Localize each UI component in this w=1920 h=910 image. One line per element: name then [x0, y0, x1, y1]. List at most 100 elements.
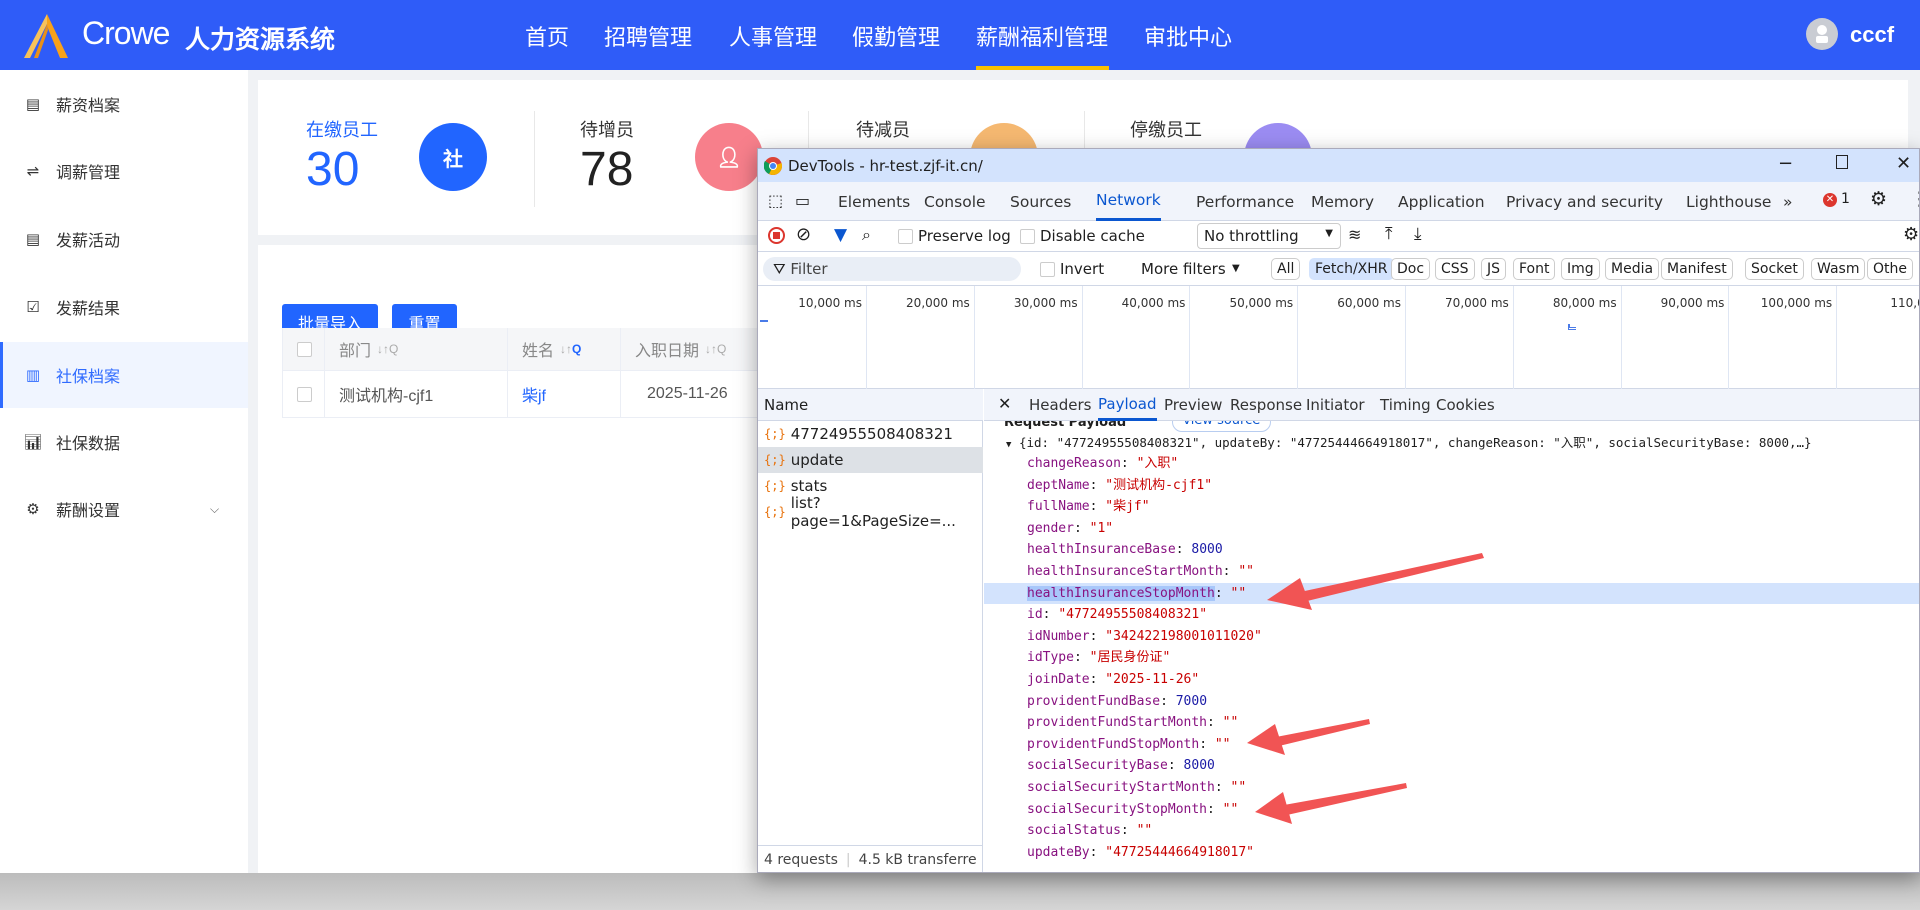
payload-field[interactable]: idNumber: "342422198001011020"	[984, 626, 1919, 648]
sidebar-item-social-archive[interactable]: ▥ 社保档案	[0, 342, 248, 408]
row-checkbox[interactable]	[297, 386, 312, 402]
payload-field[interactable]: updateBy: "47725444664918017"	[984, 842, 1919, 864]
import-har-icon[interactable]: ⤒	[1385, 224, 1393, 244]
error-count[interactable]: 1	[1841, 191, 1850, 207]
filter-type-fetchxhr[interactable]: Fetch/XHR	[1309, 258, 1394, 280]
tab-privacy-security[interactable]: Privacy and security	[1506, 182, 1663, 221]
payload-field[interactable]: changeReason: "入职"	[984, 453, 1919, 475]
payload-field[interactable]: socialSecurityStartMonth: ""	[984, 777, 1919, 799]
payload-field[interactable]: idType: "居民身份证"	[984, 647, 1919, 669]
payload-field[interactable]: providentFundStartMonth: ""	[984, 712, 1919, 734]
cell-name-link[interactable]: 柴jf	[508, 371, 621, 418]
sort-filter-icon[interactable]: ↓↑Q	[377, 342, 398, 356]
sidebar-item-salary-archive[interactable]: ▤ 薪资档案	[0, 71, 248, 137]
error-icon[interactable]: ✕	[1823, 193, 1837, 207]
select-all-checkbox[interactable]	[297, 341, 312, 357]
detail-tab-response[interactable]: Response	[1230, 389, 1302, 421]
network-settings-icon[interactable]: ⚙	[1903, 224, 1919, 245]
maximize-icon[interactable]	[1836, 155, 1848, 169]
network-timeline-overview[interactable]: 10,000 ms 20,000 ms 30,000 ms 40,000 ms 50,0…	[758, 286, 1919, 389]
tab-network[interactable]: Network	[1096, 182, 1161, 221]
column-header-join-date[interactable]: 入职日期 ↓↑Q	[621, 328, 761, 371]
nav-personnel[interactable]: 人事管理	[729, 20, 817, 52]
payload-field[interactable]: socialSecurityStopMonth: ""	[984, 799, 1919, 821]
nav-approval[interactable]: 审批中心	[1144, 20, 1232, 52]
filter-type-all[interactable]: All	[1271, 258, 1301, 280]
payload-field[interactable]: gender: "1"	[984, 518, 1919, 540]
detail-tab-timing[interactable]: Timing	[1380, 389, 1431, 421]
throttling-select[interactable]: No throttling ▼	[1197, 223, 1341, 249]
detail-tab-initiator[interactable]: Initiator	[1306, 389, 1365, 421]
more-filters-dropdown[interactable]: More filters	[1141, 260, 1226, 278]
detail-tab-payload[interactable]: Payload	[1098, 389, 1157, 421]
sidebar-item-social-data[interactable]: 📊︎ 社保数据	[0, 409, 248, 475]
payload-field[interactable]: healthInsuranceBase: 8000	[984, 539, 1919, 561]
filter-type-font[interactable]: Font	[1513, 258, 1556, 280]
tab-memory[interactable]: Memory	[1311, 182, 1374, 221]
name-column-header[interactable]: Name	[758, 389, 983, 421]
filter-type-socket[interactable]: Socket	[1745, 258, 1804, 280]
sidebar-item-salary-adjust[interactable]: ⇌ 调薪管理	[0, 138, 248, 204]
device-toolbar-icon[interactable]: ▭	[795, 191, 810, 210]
minimize-icon[interactable]: −	[1778, 153, 1793, 174]
tab-console[interactable]: Console	[924, 182, 986, 221]
username[interactable]: cccf	[1850, 22, 1894, 48]
filter-type-js[interactable]: JS	[1481, 258, 1507, 280]
column-header-name[interactable]: 姓名 ↓↑Q	[508, 328, 621, 371]
payload-field[interactable]: fullName: "柴jf"	[984, 496, 1919, 518]
nav-home[interactable]: 首页	[525, 20, 569, 52]
payload-field[interactable]: id: "47724955508408321"	[984, 604, 1919, 626]
payload-field[interactable]: providentFundBase: 7000	[984, 691, 1919, 713]
clear-icon[interactable]: ⊘	[796, 224, 811, 245]
sidebar-item-salary-settings[interactable]: ⚙ 薪酬设置 ⌵	[0, 476, 248, 542]
request-row[interactable]: {;} update	[758, 447, 983, 473]
more-tabs-icon[interactable]: »	[1783, 182, 1792, 221]
expand-triangle-icon[interactable]: ▼	[1006, 440, 1011, 450]
nav-attendance[interactable]: 假勤管理	[852, 20, 940, 52]
preserve-log-checkbox[interactable]	[898, 229, 913, 244]
filter-type-doc[interactable]: Doc	[1391, 258, 1431, 280]
disable-cache-checkbox[interactable]	[1020, 229, 1035, 244]
filter-type-manifest[interactable]: Manifest	[1661, 258, 1733, 280]
payload-field[interactable]: deptName: "测试机构-cjf1"	[984, 475, 1919, 497]
payload-field[interactable]: socialStatus: ""	[984, 820, 1919, 842]
filter-type-img[interactable]: Img	[1561, 258, 1600, 280]
tab-performance[interactable]: Performance	[1196, 182, 1294, 221]
tab-lighthouse[interactable]: Lighthouse	[1686, 182, 1771, 221]
payload-field[interactable]: joinDate: "2025-11-26"	[984, 669, 1919, 691]
request-row[interactable]: {;} list?page=1&PageSize=...	[758, 494, 983, 530]
tab-elements[interactable]: Elements	[838, 182, 910, 221]
filter-type-wasm[interactable]: Wasm	[1811, 258, 1866, 280]
request-row[interactable]: {;} 47724955508408321	[758, 421, 983, 447]
tab-application[interactable]: Application	[1398, 182, 1485, 221]
inspect-element-icon[interactable]: ⬚	[768, 191, 783, 210]
filter-funnel-icon[interactable]: ▼	[834, 225, 847, 245]
filter-input[interactable]: ⛛ Filter	[763, 257, 1021, 281]
detail-tab-cookies[interactable]: Cookies	[1436, 389, 1495, 421]
tab-sources[interactable]: Sources	[1010, 182, 1071, 221]
sidebar-item-payroll-activity[interactable]: ▤ 发薪活动	[0, 206, 248, 272]
detail-tab-preview[interactable]: Preview	[1164, 389, 1222, 421]
settings-gear-icon[interactable]: ⚙	[1870, 188, 1887, 210]
filter-type-othe[interactable]: Othe	[1867, 258, 1913, 280]
nav-compensation[interactable]: 薪酬福利管理	[976, 20, 1108, 52]
payload-field[interactable]: providentFundStopMonth: ""	[984, 734, 1919, 756]
devtools-titlebar[interactable]: DevTools - hr-test.zjf-it.cn/ − ✕	[758, 149, 1919, 182]
detail-tab-headers[interactable]: Headers	[1029, 389, 1091, 421]
filter-type-media[interactable]: Media	[1605, 258, 1660, 280]
network-conditions-icon[interactable]: ≋	[1348, 225, 1361, 244]
payload-summary[interactable]: ▼ {id: "47724955508408321", updateBy: "4…	[984, 432, 1919, 454]
payload-field[interactable]: healthInsuranceStartMonth: ""	[984, 561, 1919, 583]
sort-filter-icon[interactable]: ↓↑Q	[560, 342, 581, 356]
close-window-icon[interactable]: ✕	[1896, 153, 1911, 174]
payload-field[interactable]: healthInsuranceStopMonth: ""	[984, 582, 1919, 605]
close-detail-icon[interactable]: ✕	[998, 394, 1011, 413]
search-icon[interactable]: ⌕	[862, 225, 871, 245]
column-header-dept[interactable]: 部门 ↓↑Q	[325, 328, 508, 371]
payload-field[interactable]: socialSecurityBase: 8000	[984, 755, 1919, 777]
nav-recruit[interactable]: 招聘管理	[604, 20, 692, 52]
export-har-icon[interactable]: ⤓	[1414, 224, 1422, 244]
filter-type-css[interactable]: CSS	[1435, 258, 1475, 280]
sidebar-item-payroll-result[interactable]: ☑ 发薪结果	[0, 274, 248, 340]
kebab-menu-icon[interactable]: ⋮	[1910, 188, 1919, 210]
